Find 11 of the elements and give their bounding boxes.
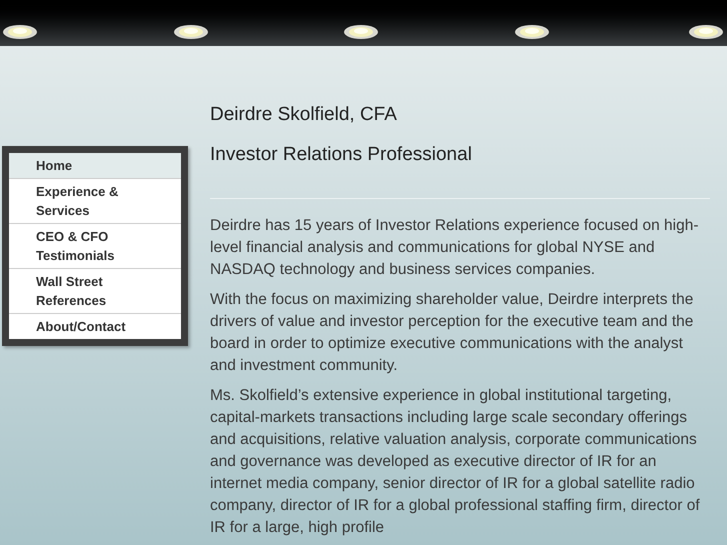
- spotlight-icon: [343, 24, 379, 40]
- spotlight-icon: [2, 24, 38, 40]
- body-paragraph: With the focus on maximizing shareholder value, Deirdre interprets the drivers of value and investor perception for the executive team and the board in order to optimize executive communications with the analyst and investment community.: [210, 290, 694, 376]
- spotlight-icon: [688, 24, 724, 40]
- nav-link[interactable]: Home: [9, 153, 181, 179]
- page-subtitle: Investor Relations Professional: [210, 143, 473, 167]
- page-title: Deirdre Skolfield, CFA: [210, 103, 398, 127]
- body-paragraph: Deirdre has 15 years of Investor Relations experience focused on high-level financial analysis and communications for global NYSE and NASDAQ technology and business services companies.: [210, 216, 700, 280]
- body-paragraph: Ms. Skolfield’s extensive experience in global institutional targeting, capital-markets transactions including large scale secondary offerings and acquisitions, relative valuation analysis, corporate communications and governance was developed as executive director of IR for an internet media company, senior director of IR for a global satellite radio company, director of IR for a global professional staffing firm, director of IR for a large, high profile: [210, 386, 701, 538]
- spotlight-icon: [514, 24, 550, 40]
- spotlight-icon: [173, 24, 209, 40]
